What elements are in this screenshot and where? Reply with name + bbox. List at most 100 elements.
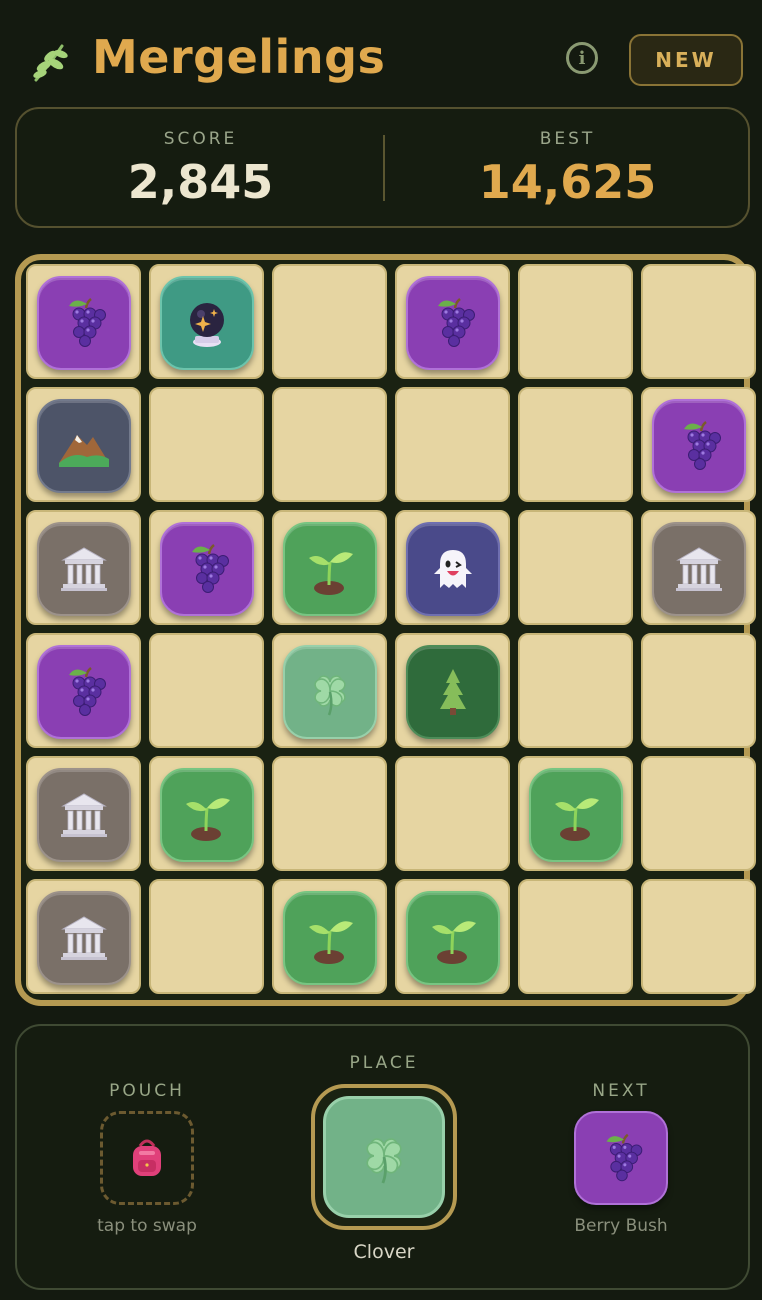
classical-building-icon <box>61 916 107 960</box>
board-cell[interactable] <box>641 879 756 994</box>
tile-grape[interactable] <box>160 522 254 616</box>
tile-grape[interactable] <box>37 645 131 739</box>
seedling-icon <box>432 921 476 964</box>
classical-building-icon <box>61 793 107 837</box>
tile-ghost[interactable] <box>406 522 500 616</box>
tile-sprout[interactable] <box>160 768 254 862</box>
tile-sprout[interactable] <box>283 522 377 616</box>
board-cell[interactable] <box>518 879 633 994</box>
four-leaf-clover-icon <box>366 1138 402 1184</box>
board-cell[interactable] <box>149 510 264 625</box>
board-cell[interactable] <box>641 756 756 871</box>
board-cell[interactable] <box>518 756 633 871</box>
new-game-button[interactable]: NEW <box>629 34 743 86</box>
board-cell[interactable] <box>518 510 633 625</box>
place-slot[interactable] <box>311 1084 457 1230</box>
tile-grape[interactable] <box>652 399 746 493</box>
four-leaf-clover-icon <box>314 675 346 716</box>
place-piece-name: Clover <box>353 1241 415 1263</box>
grapes-icon <box>69 667 106 716</box>
header: Mergelings i NEW <box>0 0 762 110</box>
evergreen-tree-icon <box>440 669 466 715</box>
next-tile <box>574 1111 668 1205</box>
tile-clover[interactable] <box>283 645 377 739</box>
board-cell[interactable] <box>272 387 387 502</box>
score-value: 2,845 <box>127 155 274 209</box>
board-cell[interactable] <box>26 264 141 379</box>
board-cell[interactable] <box>26 879 141 994</box>
board-cell[interactable] <box>395 510 510 625</box>
crystal-ball-icon <box>190 303 224 347</box>
best-value: 14,625 <box>478 155 657 209</box>
board-cell[interactable] <box>518 264 633 379</box>
board-cell[interactable] <box>272 633 387 748</box>
grapes-icon <box>69 298 106 347</box>
board-cell[interactable] <box>395 264 510 379</box>
best-label: BEST <box>539 129 596 149</box>
next-label: NEXT <box>592 1081 650 1101</box>
classical-building-icon <box>676 547 722 591</box>
board-cell[interactable] <box>641 387 756 502</box>
backpack-icon <box>133 1139 161 1176</box>
board-cell[interactable] <box>149 387 264 502</box>
tile-temple[interactable] <box>37 522 131 616</box>
seedling-icon <box>186 798 230 841</box>
pouch-label: POUCH <box>109 1081 185 1101</box>
pouch-hint: tap to swap <box>97 1216 197 1236</box>
grapes-icon <box>606 1133 643 1182</box>
board-cell[interactable] <box>149 633 264 748</box>
board-cell[interactable] <box>395 633 510 748</box>
app-title: Mergelings <box>92 30 386 84</box>
tile-sprout[interactable] <box>283 891 377 985</box>
seedling-icon <box>309 552 353 595</box>
board-cell[interactable] <box>395 756 510 871</box>
board-cell[interactable] <box>395 387 510 502</box>
board-cell[interactable] <box>518 387 633 502</box>
mountain-icon <box>59 435 109 467</box>
board-cell[interactable] <box>395 879 510 994</box>
score-label: SCORE <box>163 129 238 149</box>
board-cell[interactable] <box>26 510 141 625</box>
info-button[interactable]: i <box>566 42 598 74</box>
ghost-icon <box>434 550 472 588</box>
grapes-icon <box>192 544 229 593</box>
leaf-sprig-icon <box>30 40 72 84</box>
board-cell[interactable] <box>149 264 264 379</box>
tile-temple[interactable] <box>37 891 131 985</box>
board-cell[interactable] <box>272 264 387 379</box>
tile-sprout[interactable] <box>406 891 500 985</box>
board-cell[interactable] <box>149 879 264 994</box>
tile-crystal[interactable] <box>160 276 254 370</box>
board-cell[interactable] <box>641 633 756 748</box>
classical-building-icon <box>61 547 107 591</box>
board-cell[interactable] <box>641 510 756 625</box>
best-section: BEST 14,625 <box>384 109 751 226</box>
info-icon: i <box>578 47 586 69</box>
seedling-icon <box>555 798 599 841</box>
board-cell[interactable] <box>272 879 387 994</box>
grapes-icon <box>438 298 475 347</box>
tile-grape[interactable] <box>37 276 131 370</box>
board-cell[interactable] <box>272 510 387 625</box>
seedling-icon <box>309 921 353 964</box>
footer-panel: POUCH tap to swap PLACE Clover NEXT Berr… <box>15 1024 750 1290</box>
tile-temple[interactable] <box>37 768 131 862</box>
board-cell[interactable] <box>26 633 141 748</box>
score-section: SCORE 2,845 <box>17 109 384 226</box>
grapes-icon <box>684 421 721 470</box>
tile-mountain[interactable] <box>37 399 131 493</box>
pouch-slot[interactable] <box>100 1111 194 1205</box>
board-cell[interactable] <box>272 756 387 871</box>
score-panel: SCORE 2,845 BEST 14,625 <box>15 107 750 228</box>
tile-tree[interactable] <box>406 645 500 739</box>
board-cell[interactable] <box>149 756 264 871</box>
board-cell[interactable] <box>26 387 141 502</box>
tile-grape[interactable] <box>406 276 500 370</box>
board-cell[interactable] <box>518 633 633 748</box>
tile-temple[interactable] <box>652 522 746 616</box>
game-board <box>15 254 756 1006</box>
board-cell[interactable] <box>641 264 756 379</box>
place-tile[interactable] <box>323 1096 445 1218</box>
board-cell[interactable] <box>26 756 141 871</box>
tile-sprout[interactable] <box>529 768 623 862</box>
